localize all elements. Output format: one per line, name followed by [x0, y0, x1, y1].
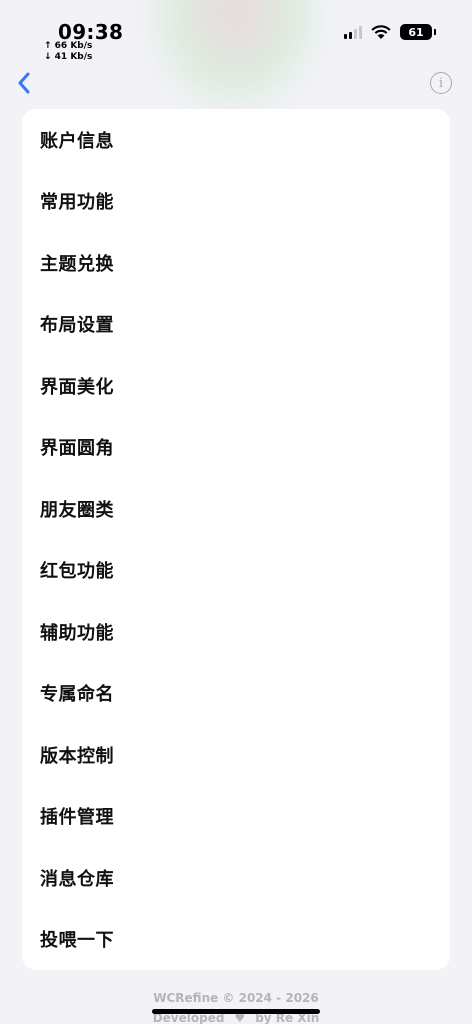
- footer-copyright: WCRefine © 2024 - 2026: [153, 991, 319, 1005]
- menu-item-account-info[interactable]: 账户信息: [22, 109, 450, 171]
- menu-item-assist-features[interactable]: 辅助功能: [22, 601, 450, 663]
- menu-item-label: 版本控制: [40, 745, 114, 767]
- battery-icon: 61: [400, 24, 436, 40]
- menu-item-label: 投喂一下: [40, 930, 114, 952]
- status-icons: 61: [344, 22, 436, 42]
- menu-item-label: 常用功能: [40, 192, 114, 214]
- home-indicator[interactable]: [152, 1009, 320, 1014]
- menu-item-plugin-management[interactable]: 插件管理: [22, 786, 450, 848]
- menu-item-layout-settings[interactable]: 布局设置: [22, 294, 450, 356]
- menu-item-label: 朋友圈类: [40, 499, 114, 521]
- menu-item-label: 布局设置: [40, 315, 114, 337]
- chevron-left-icon: [18, 72, 30, 94]
- back-button[interactable]: [12, 70, 36, 96]
- upload-speed: ↑ 66 Kb/s: [44, 41, 93, 51]
- cellular-signal-icon: [344, 25, 362, 39]
- battery-level: 61: [408, 25, 424, 39]
- download-speed: ↓ 41 Kb/s: [44, 52, 93, 62]
- menu-item-ui-corner-radius[interactable]: 界面圆角: [22, 417, 450, 479]
- menu-item-label: 界面美化: [40, 376, 114, 398]
- menu-item-red-packet[interactable]: 红包功能: [22, 540, 450, 602]
- menu-item-label: 专属命名: [40, 684, 114, 706]
- info-button[interactable]: i: [430, 72, 452, 94]
- menu-item-label: 界面圆角: [40, 438, 114, 460]
- menu-item-version-control[interactable]: 版本控制: [22, 724, 450, 786]
- menu-item-custom-naming[interactable]: 专属命名: [22, 663, 450, 725]
- settings-menu: 账户信息 常用功能 主题兑换 布局设置 界面美化 界面圆角 朋友圈类 红包功能 …: [22, 109, 450, 970]
- menu-item-common-features[interactable]: 常用功能: [22, 171, 450, 233]
- menu-item-ui-beautify[interactable]: 界面美化: [22, 355, 450, 417]
- menu-item-label: 红包功能: [40, 561, 114, 583]
- menu-item-label: 插件管理: [40, 807, 114, 829]
- menu-item-moments[interactable]: 朋友圈类: [22, 478, 450, 540]
- wifi-icon: [371, 25, 391, 39]
- menu-item-label: 辅助功能: [40, 622, 114, 644]
- menu-item-donate[interactable]: 投喂一下: [22, 909, 450, 971]
- menu-item-label: 消息仓库: [40, 868, 114, 890]
- menu-item-theme-redeem[interactable]: 主题兑换: [22, 232, 450, 294]
- app-screen: 09:38 ↑ 66 Kb/s ↓ 41 Kb/s 61 i 账户信息 常用功能…: [0, 0, 472, 1024]
- info-icon: i: [438, 75, 444, 91]
- menu-item-label: 主题兑换: [40, 253, 114, 275]
- menu-item-message-store[interactable]: 消息仓库: [22, 847, 450, 909]
- menu-item-label: 账户信息: [40, 130, 114, 152]
- status-bar: 09:38 ↑ 66 Kb/s ↓ 41 Kb/s 61: [0, 0, 472, 64]
